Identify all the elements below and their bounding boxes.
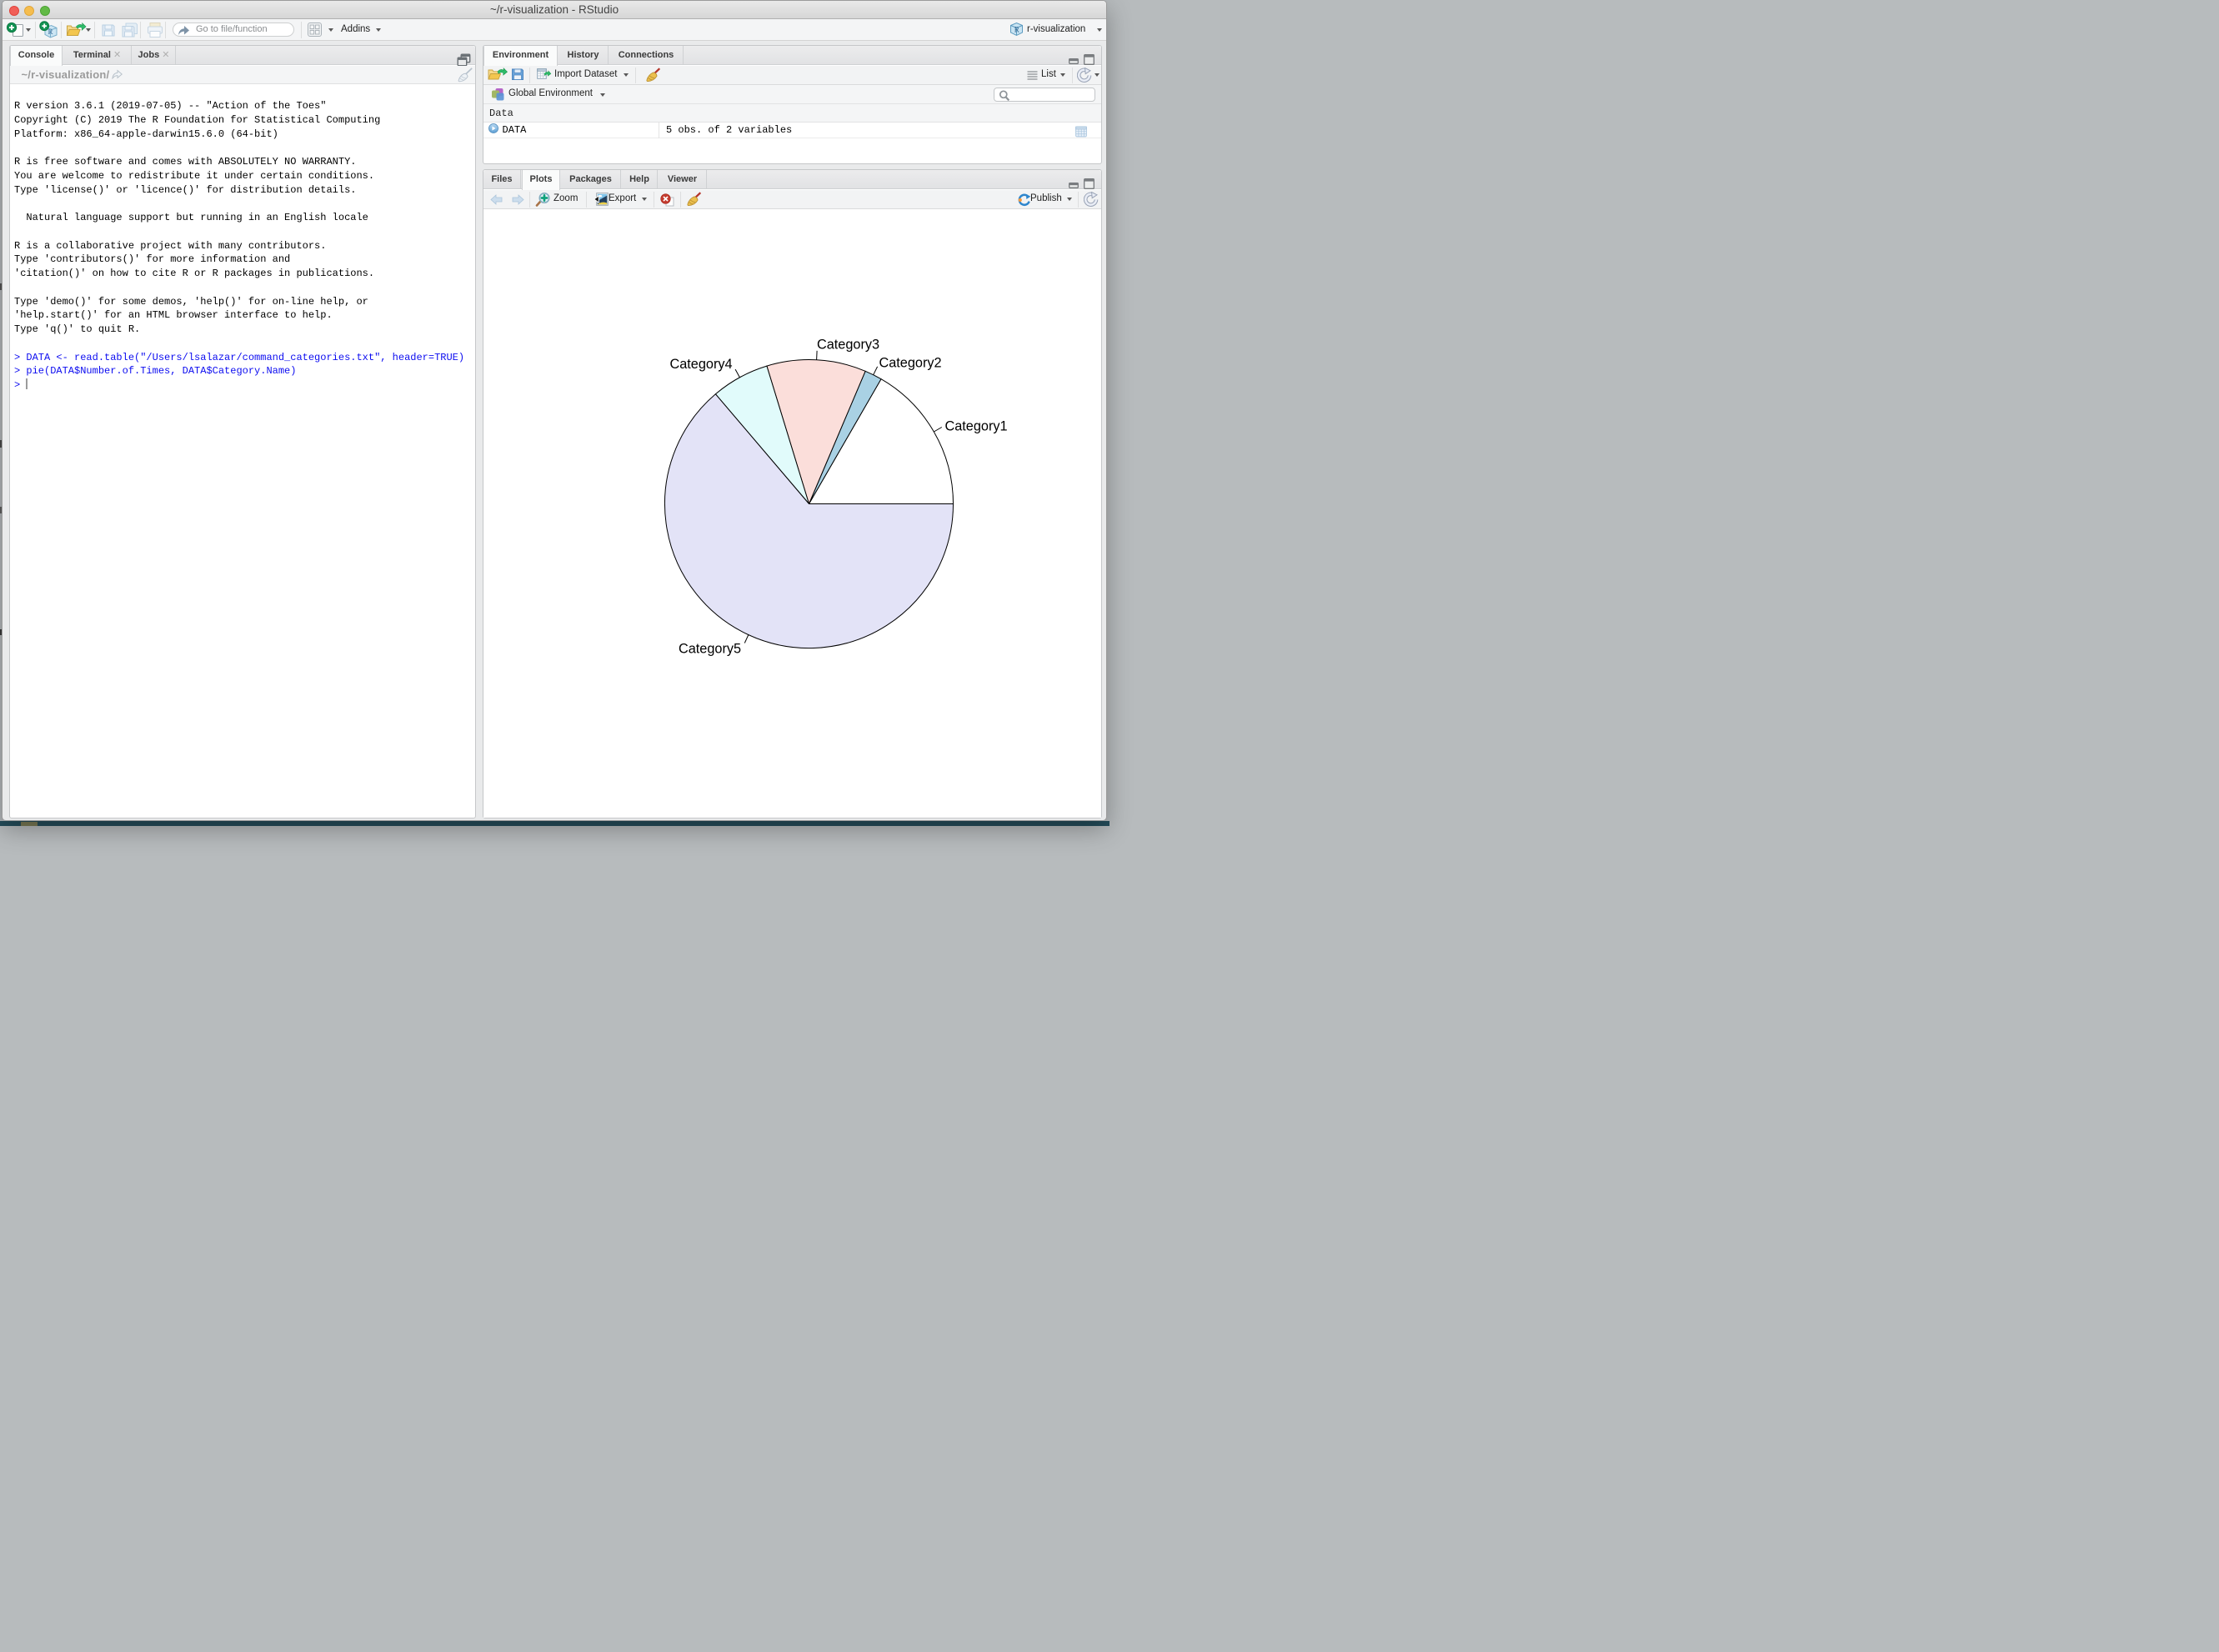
svg-text:R: R [48,28,53,36]
svg-text:Category5: Category5 [679,642,741,657]
svg-text:Category3: Category3 [817,338,879,353]
svg-text:Category4: Category4 [669,357,732,372]
svg-text:R: R [1014,26,1019,34]
svg-text:Category1: Category1 [944,419,1007,434]
svg-text:Category2: Category2 [879,356,941,371]
